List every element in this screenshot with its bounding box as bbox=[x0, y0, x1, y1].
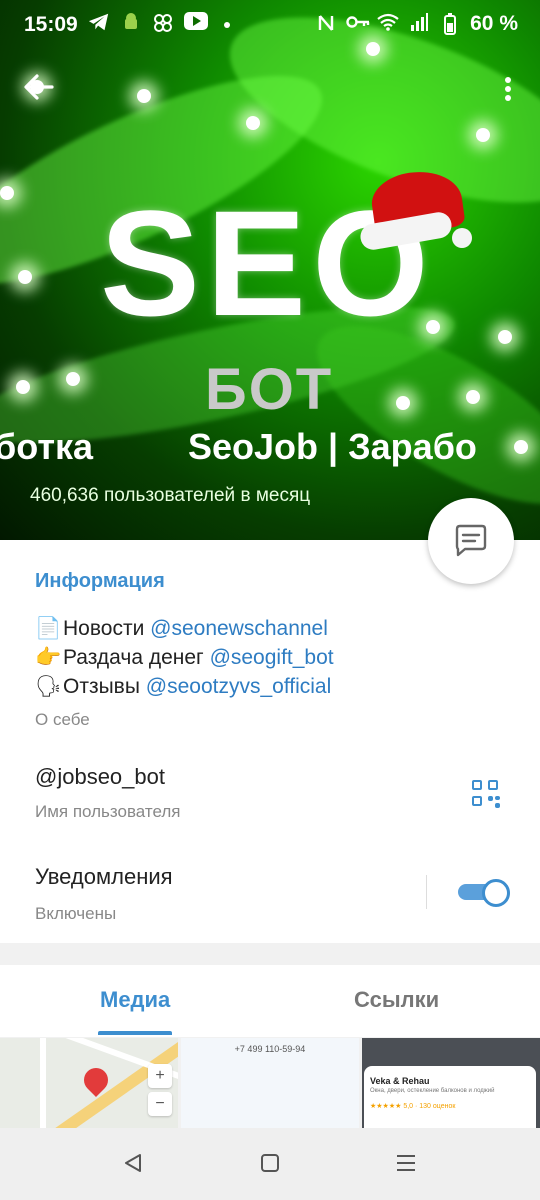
map-zoom-in-icon: + bbox=[148, 1064, 172, 1088]
toggle-knob bbox=[482, 879, 510, 907]
string-light bbox=[18, 270, 32, 284]
bio-line: 📄Новости @seonewschannel bbox=[35, 614, 334, 643]
nav-recents-icon[interactable] bbox=[395, 1152, 417, 1174]
media-tile-business[interactable]: Veka & Rehau Окна, двери, остекление бал… bbox=[362, 1038, 540, 1130]
profile-cover: SEO БОТ ботка SeoJob | Зарабо 460,636 по… bbox=[0, 0, 540, 540]
media-tile-image[interactable]: +7 499 110-59-94 bbox=[181, 1038, 359, 1130]
tab-indicator bbox=[98, 1031, 172, 1035]
back-button[interactable] bbox=[24, 72, 60, 108]
map-zoom-out-icon: − bbox=[148, 1092, 172, 1116]
string-light bbox=[0, 186, 14, 200]
speaking-head-icon: 🗣 bbox=[35, 675, 62, 698]
battery-icon bbox=[439, 13, 461, 35]
string-light bbox=[66, 372, 80, 386]
section-title-info: Информация bbox=[35, 570, 165, 592]
status-bar: 15:09 60 % bbox=[0, 0, 540, 50]
nav-home-icon[interactable] bbox=[259, 1152, 281, 1174]
cover-bot-text: БОТ bbox=[205, 357, 334, 422]
string-light bbox=[476, 128, 490, 142]
chat-bubble-icon bbox=[455, 524, 487, 557]
bio-label: О себе bbox=[35, 710, 90, 729]
bio-link[interactable]: @seogift_bot bbox=[210, 646, 334, 669]
business-desc: Окна, двери, остекление балконов и лоджи… bbox=[370, 1088, 495, 1094]
santa-hat-icon bbox=[358, 166, 472, 256]
divider bbox=[426, 875, 427, 909]
media-grid: + − +7 499 110-59-94 Veka & Rehau Окна, … bbox=[0, 1038, 540, 1130]
system-nav-bar bbox=[0, 1128, 540, 1200]
username-value[interactable]: @jobseo_bot bbox=[35, 764, 165, 790]
youtube-icon bbox=[184, 12, 208, 34]
profile-title: SeoJob | Зарабо bbox=[188, 426, 477, 467]
username-label: Имя пользователя bbox=[35, 802, 181, 821]
business-rating: ★★★★★ 5,0 · 130 оценок bbox=[370, 1103, 456, 1110]
battery-percent: 60 % bbox=[470, 12, 518, 35]
document-icon: 📄 bbox=[35, 617, 62, 640]
more-dot bbox=[505, 77, 511, 83]
more-dot bbox=[505, 86, 511, 92]
bio-line: 👉Раздача денег @seogift_bot bbox=[35, 643, 334, 672]
message-button[interactable] bbox=[428, 498, 514, 584]
more-menu-button[interactable] bbox=[502, 74, 514, 108]
business-title: Veka & Rehau bbox=[370, 1076, 430, 1086]
profile-title-fragment: ботка bbox=[0, 426, 93, 467]
business-card: Veka & Rehau Окна, двери, остекление бал… bbox=[364, 1066, 536, 1130]
profile-title-marquee: ботка SeoJob | Зарабо bbox=[0, 422, 540, 472]
tab-media[interactable]: Медиа bbox=[100, 987, 170, 1013]
monthly-users: 460,636 пользователей в месяц bbox=[30, 485, 311, 506]
bio-text: 📄Новости @seonewschannel 👉Раздача денег … bbox=[35, 614, 334, 701]
pointing-hand-icon: 👉 bbox=[35, 646, 62, 669]
key-icon bbox=[346, 13, 370, 35]
signal-icon bbox=[408, 13, 430, 35]
nav-back-icon[interactable] bbox=[122, 1152, 144, 1174]
dot-icon bbox=[216, 12, 238, 34]
bio-line-text: Новости bbox=[63, 617, 151, 640]
string-light bbox=[498, 330, 512, 344]
qr-code-icon[interactable] bbox=[472, 780, 500, 808]
more-dot bbox=[505, 95, 511, 101]
tab-links[interactable]: Ссылки bbox=[354, 987, 439, 1013]
media-tabs: Медиа Ссылки bbox=[0, 965, 540, 1037]
string-light bbox=[466, 390, 480, 404]
android-icon bbox=[120, 12, 142, 34]
bio-line: 🗣Отзывы @seootzyvs_official bbox=[35, 672, 334, 701]
notifications-label[interactable]: Уведомления bbox=[35, 864, 173, 890]
string-light bbox=[16, 380, 30, 394]
wifi-icon bbox=[377, 13, 399, 35]
bio-link[interactable]: @seonewschannel bbox=[150, 617, 328, 640]
string-light bbox=[396, 396, 410, 410]
string-light bbox=[137, 89, 151, 103]
notifications-state: Включены bbox=[35, 904, 117, 923]
tile-phone-text: +7 499 110-59-94 bbox=[234, 1044, 306, 1054]
arrow-left-icon bbox=[24, 74, 54, 100]
bio-line-text: Раздача денег bbox=[63, 646, 210, 669]
telegram-icon bbox=[88, 12, 110, 34]
map-road bbox=[40, 1038, 46, 1130]
info-card: Информация 📄Новости @seonewschannel 👉Раз… bbox=[0, 540, 540, 943]
media-tile-map[interactable]: + − bbox=[0, 1038, 178, 1130]
bio-link[interactable]: @seootzyvs_official bbox=[146, 675, 332, 698]
notifications-toggle[interactable] bbox=[458, 879, 510, 907]
pinwheel-icon bbox=[152, 12, 174, 34]
bio-line-text: Отзывы bbox=[63, 675, 146, 698]
string-light bbox=[246, 116, 260, 130]
nfc-icon bbox=[315, 13, 337, 35]
status-time: 15:09 bbox=[24, 13, 78, 36]
